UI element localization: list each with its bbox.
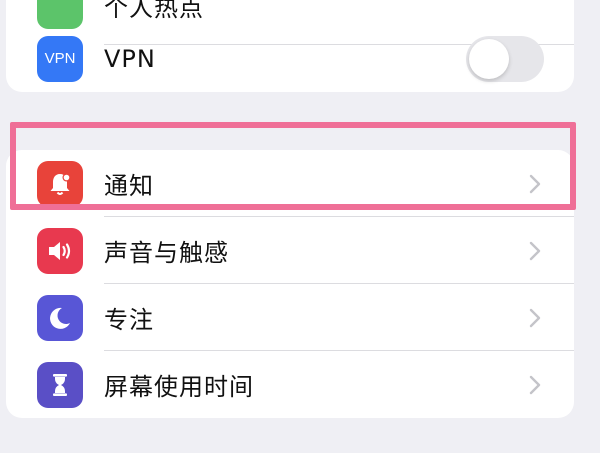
vpn-toggle[interactable] <box>466 35 544 82</box>
sounds-haptics-label: 声音与触感 <box>104 239 229 267</box>
moon-icon <box>37 294 83 341</box>
settings-group-network: 个人热点 VPN VPN <box>6 0 574 92</box>
screen-time-label: 屏幕使用时间 <box>104 373 254 401</box>
vpn-icon: VPN <box>37 35 83 82</box>
list-item-focus[interactable]: 专注 <box>6 284 574 351</box>
hourglass-icon <box>37 361 83 408</box>
notification-bell-icon <box>37 160 83 207</box>
settings-group-main: 通知 声音与触感 专注 屏幕使用时间 <box>6 150 574 418</box>
list-item-notifications[interactable]: 通知 <box>6 150 574 217</box>
chevron-right-icon <box>529 241 541 260</box>
list-item-vpn[interactable]: VPN VPN <box>6 25 574 92</box>
chevron-right-icon <box>529 174 541 193</box>
vpn-label: VPN <box>104 44 156 73</box>
toggle-knob <box>469 38 509 79</box>
list-item-sounds-haptics[interactable]: 声音与触感 <box>6 217 574 284</box>
list-item-screen-time[interactable]: 屏幕使用时间 <box>6 351 574 418</box>
sidebar-item-label: 个人热点 <box>104 0 204 22</box>
speaker-icon <box>37 227 83 274</box>
notifications-label: 通知 <box>104 172 154 200</box>
focus-label: 专注 <box>104 306 154 334</box>
chevron-right-icon <box>529 375 541 394</box>
chevron-right-icon <box>529 308 541 327</box>
